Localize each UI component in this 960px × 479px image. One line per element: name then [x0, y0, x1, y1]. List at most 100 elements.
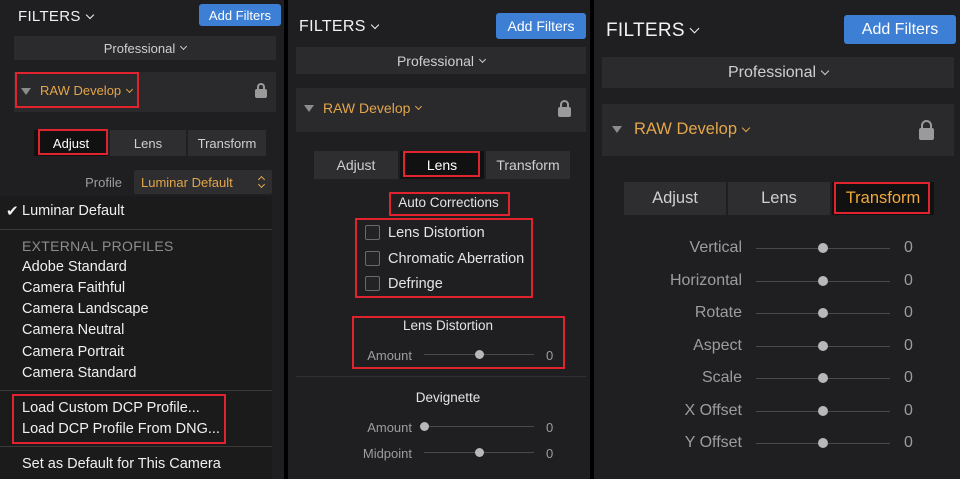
menu-item-profile[interactable]: Camera Neutral	[22, 322, 124, 338]
slider-value: 0	[904, 434, 913, 451]
scale-slider-knob[interactable]	[818, 373, 828, 383]
raw-develop-title[interactable]: RAW Develop	[634, 120, 751, 139]
tab-transform[interactable]: Transform	[486, 151, 570, 179]
devignette-amount-slider-track[interactable]	[424, 426, 534, 427]
updown-chevron-icon	[257, 175, 266, 189]
raw-develop-title[interactable]: RAW Develop	[323, 100, 423, 116]
slider-label: Scale	[701, 369, 742, 386]
checkbox-label[interactable]: Defringe	[388, 276, 443, 292]
slider-label: Vertical	[689, 239, 742, 256]
chevron-down-icon	[370, 20, 379, 30]
checkmark-icon: ✔	[6, 203, 19, 220]
chevron-down-icon	[689, 23, 700, 34]
raw-develop-label: RAW Develop	[40, 83, 122, 98]
add-filters-button[interactable]: Add Filters	[496, 13, 586, 39]
checkbox-label[interactable]: Chromatic Aberration	[388, 251, 524, 267]
raw-tabs: Adjust Lens Transform	[624, 182, 936, 215]
chevron-down-icon	[820, 66, 830, 75]
tab-transform[interactable]: Transform	[188, 130, 266, 156]
lens-distortion-checkbox[interactable]	[365, 225, 380, 240]
slider-label: Rotate	[694, 304, 742, 321]
slider-value: 0	[904, 402, 913, 419]
menu-item-luminar-default[interactable]: Luminar Default	[22, 203, 124, 219]
slider-value: 0	[904, 272, 913, 289]
collapse-triangle-icon[interactable]	[612, 126, 622, 133]
menu-item-profile[interactable]: Camera Landscape	[22, 301, 149, 317]
filters-title: FILTERS	[18, 8, 81, 25]
devignette-midpoint-slider-knob[interactable]	[474, 448, 484, 457]
vertical-slider-knob[interactable]	[818, 243, 828, 253]
tab-lens[interactable]: Lens	[728, 182, 830, 215]
add-filters-button[interactable]: Add Filters	[844, 15, 956, 44]
slider-value: 0	[904, 239, 913, 256]
menu-item-load-custom-dcp[interactable]: Load Custom DCP Profile...	[22, 400, 200, 416]
chromatic-aberration-checkbox[interactable]	[365, 251, 380, 266]
raw-tabs: Adjust Lens Transform	[314, 151, 572, 179]
chevron-down-icon	[180, 42, 188, 51]
slider-value: 0	[546, 446, 554, 461]
horizontal-slider-knob[interactable]	[818, 276, 828, 286]
slider-value: 0	[546, 420, 554, 435]
menu-item-profile[interactable]: Camera Faithful	[22, 280, 125, 296]
chevron-down-icon	[741, 123, 751, 132]
chevron-down-icon	[85, 10, 94, 19]
tab-transform[interactable]: Transform	[832, 182, 934, 215]
raw-develop-label: RAW Develop	[323, 100, 411, 116]
filters-panel-lens: FILTERS Add Filters Professional RAW Dev…	[288, 0, 590, 479]
slider-label: Y Offset	[684, 434, 742, 451]
preset-dropdown[interactable]: Professional	[14, 36, 276, 60]
y-offset-slider-knob[interactable]	[818, 438, 828, 448]
lock-icon[interactable]	[919, 120, 934, 140]
aspect-slider-knob[interactable]	[818, 341, 828, 351]
filters-title: FILTERS	[606, 20, 685, 41]
raw-develop-title[interactable]: RAW Develop	[40, 83, 134, 98]
tab-lens[interactable]: Lens	[110, 130, 186, 156]
filters-header[interactable]: FILTERS	[606, 20, 700, 42]
chevron-down-icon	[415, 102, 423, 111]
profile-value: Luminar Default	[141, 175, 233, 190]
filters-header[interactable]: FILTERS	[299, 18, 379, 36]
lock-icon[interactable]	[558, 100, 571, 117]
slider-label: X Offset	[684, 402, 742, 419]
preset-dropdown[interactable]: Professional	[296, 47, 586, 74]
chevron-down-icon	[126, 85, 134, 93]
raw-develop-label: RAW Develop	[634, 120, 738, 138]
menu-item-profile[interactable]: Adobe Standard	[22, 259, 127, 275]
checkbox-label[interactable]: Lens Distortion	[388, 225, 485, 241]
profile-label: Profile	[85, 175, 122, 190]
lock-icon[interactable]	[255, 83, 267, 99]
rotate-slider-knob[interactable]	[818, 308, 828, 318]
raw-tabs: Adjust Lens Transform	[34, 130, 268, 156]
menu-item-profile[interactable]: Camera Standard	[22, 365, 136, 381]
menu-item-load-dcp-from-dng[interactable]: Load DCP Profile From DNG...	[22, 421, 220, 437]
tab-adjust[interactable]: Adjust	[34, 130, 108, 156]
x-offset-slider-knob[interactable]	[818, 406, 828, 416]
menu-item-profile[interactable]: Camera Portrait	[22, 344, 124, 360]
defringe-checkbox[interactable]	[365, 276, 380, 291]
filters-panel-transform: FILTERS Add Filters Professional RAW Dev…	[594, 0, 960, 479]
devignette-amount-slider-knob[interactable]	[419, 422, 429, 431]
filters-title: FILTERS	[299, 18, 366, 35]
tab-adjust[interactable]: Adjust	[314, 151, 398, 179]
section-divider	[296, 376, 586, 377]
preset-label: Professional	[396, 52, 475, 69]
lens-distortion-title: Lens Distortion	[402, 318, 494, 333]
collapse-triangle-icon[interactable]	[304, 105, 314, 112]
preset-label: Professional	[727, 63, 817, 81]
tab-lens[interactable]: Lens	[400, 151, 484, 179]
slider-value: 0	[904, 369, 913, 386]
chevron-down-icon	[478, 55, 487, 63]
menu-item-set-default[interactable]: Set as Default for This Camera	[22, 456, 221, 472]
preset-label: Professional	[103, 40, 176, 56]
collapse-triangle-icon[interactable]	[21, 88, 31, 95]
tab-adjust[interactable]: Adjust	[624, 182, 726, 215]
preset-dropdown[interactable]: Professional	[602, 57, 954, 88]
add-filters-button[interactable]: Add Filters	[199, 4, 281, 26]
profile-select[interactable]: Luminar Default	[134, 170, 272, 194]
slider-label: Aspect	[693, 337, 742, 354]
menu-separator	[0, 390, 272, 391]
slider-value: 0	[904, 337, 913, 354]
lens-distortion-slider-knob[interactable]	[474, 350, 484, 359]
menu-separator	[0, 446, 272, 447]
filters-header[interactable]: FILTERS	[18, 8, 94, 25]
